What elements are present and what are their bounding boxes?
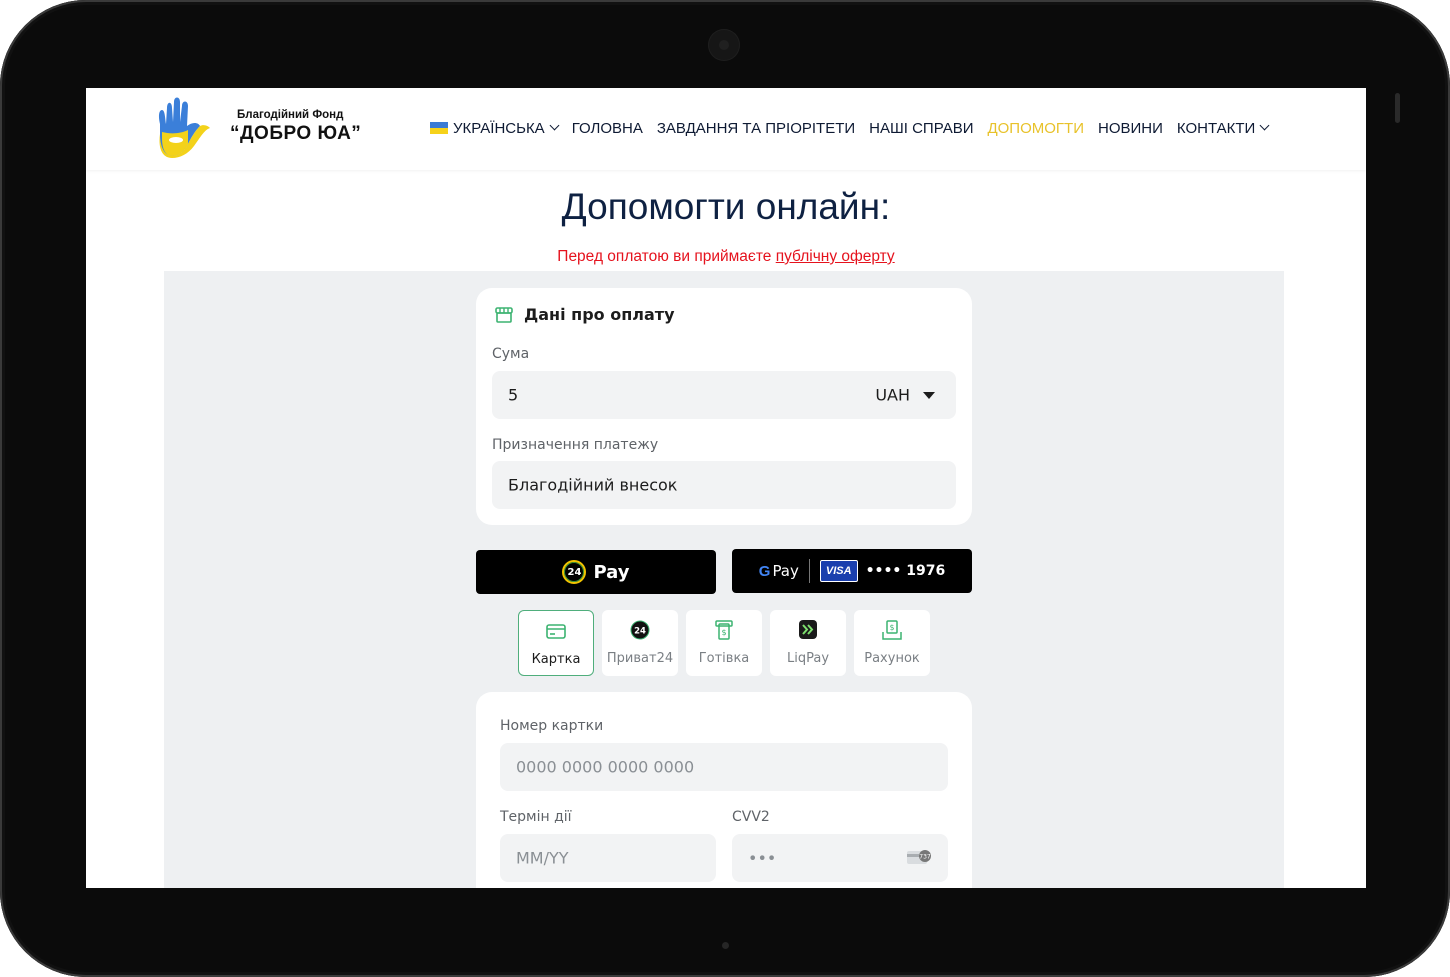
logo-subtitle: Благодійний Фонд bbox=[237, 109, 344, 121]
method-label: Картка bbox=[531, 652, 581, 667]
privat24-logo-icon: 24 bbox=[562, 560, 587, 584]
method-privat24[interactable]: 24 Приват24 bbox=[602, 610, 678, 676]
nav-label: КОНТАКТИ bbox=[1176, 119, 1256, 137]
method-card[interactable]: Картка bbox=[518, 610, 594, 676]
side-button bbox=[1395, 93, 1400, 123]
card-number-label: Номер картки bbox=[500, 718, 604, 734]
privat24-pay-button[interactable]: 24 Pay bbox=[476, 550, 716, 594]
nav-item-help[interactable]: ДОПОМОГТИ bbox=[987, 120, 1084, 137]
svg-text:24: 24 bbox=[634, 627, 646, 637]
cvv-input[interactable]: ••• 737 bbox=[732, 834, 948, 882]
logo-title: “ДОБРО ЮА” bbox=[230, 123, 362, 144]
privat24-icon: 24 bbox=[630, 620, 650, 640]
method-invoice[interactable]: $ Рахунок bbox=[854, 610, 930, 676]
cash-icon: $ bbox=[715, 620, 733, 640]
main-nav: УКРАЇНСЬКА ГОЛОВНА ЗАВДАННЯ ТА ПРІОРІТЕТ… bbox=[430, 117, 1270, 139]
gpay-label: Pay bbox=[772, 562, 799, 580]
offer-notice: Перед оплатою ви приймаєте публічну офер… bbox=[86, 248, 1366, 266]
svg-text:$: $ bbox=[890, 623, 895, 632]
payment-widget: Дані про оплату Сума 5 UAH Призначення п… bbox=[164, 271, 1284, 888]
chevron-down-icon bbox=[1259, 120, 1270, 131]
nav-item-contacts[interactable]: КОНТАКТИ bbox=[1176, 119, 1270, 137]
card-number-placeholder: 0000 0000 0000 0000 bbox=[516, 757, 695, 777]
method-label: Рахунок bbox=[864, 651, 920, 666]
method-cash[interactable]: $ Готівка bbox=[686, 610, 762, 676]
hand-logo-icon[interactable] bbox=[150, 94, 212, 160]
expiry-label: Термін дії bbox=[500, 809, 572, 825]
cvv-label: CVV2 bbox=[732, 809, 770, 825]
svg-text:$: $ bbox=[721, 628, 726, 637]
amount-input[interactable]: 5 UAH bbox=[492, 371, 956, 419]
method-label: Готівка bbox=[698, 651, 750, 666]
liqpay-icon bbox=[799, 620, 817, 639]
nav-label: НАШІ СПРАВИ bbox=[869, 119, 974, 137]
expiry-input[interactable]: MM/YY bbox=[500, 834, 716, 882]
method-label: LiqPay bbox=[786, 651, 830, 666]
p24-pay-label: Pay bbox=[593, 561, 630, 583]
site-header: Благодійний Фонд “ДОБРО ЮА” УКРАЇНСЬКА Г… bbox=[86, 88, 1366, 170]
notice-text: Перед оплатою ви приймаєте bbox=[557, 248, 776, 265]
payment-methods: Картка 24 Приват24 $ Готівка LiqPay $ Ра… bbox=[518, 610, 930, 676]
card-form: Номер картки 0000 0000 0000 0000 Термін … bbox=[476, 692, 972, 888]
chevron-down-icon bbox=[549, 120, 560, 131]
masked-card-number: •••• 1976 bbox=[865, 563, 946, 579]
payment-details-card: Дані про оплату Сума 5 UAH Призначення п… bbox=[476, 288, 972, 525]
nav-label: ДОПОМОГТИ bbox=[987, 119, 1084, 137]
invoice-icon: $ bbox=[882, 620, 902, 640]
nav-label: НОВИНИ bbox=[1098, 119, 1163, 137]
nav-label: УКРАЇНСЬКА bbox=[453, 119, 545, 137]
nav-label: ЗАВДАННЯ ТА ПРІОРІТЕТИ bbox=[656, 119, 856, 137]
section-title: Дані про оплату bbox=[524, 305, 675, 324]
nav-item-news[interactable]: НОВИНИ bbox=[1098, 120, 1163, 137]
amount-value: 5 bbox=[508, 385, 519, 405]
divider bbox=[808, 559, 810, 583]
page-title: Допомогти онлайн: bbox=[561, 186, 891, 227]
currency-select[interactable]: UAH bbox=[875, 386, 910, 405]
google-g-icon: G bbox=[758, 562, 771, 580]
public-offer-link[interactable]: публічну оферту bbox=[776, 248, 895, 265]
method-label: Приват24 bbox=[606, 651, 674, 666]
screen: Благодійний Фонд “ДОБРО ЮА” УКРАЇНСЬКА Г… bbox=[86, 88, 1366, 888]
cvv-placeholder: ••• bbox=[748, 848, 777, 868]
svg-text:737: 737 bbox=[919, 854, 931, 861]
expiry-placeholder: MM/YY bbox=[516, 848, 569, 868]
tablet-frame: Благодійний Фонд “ДОБРО ЮА” УКРАЇНСЬКА Г… bbox=[0, 0, 1450, 977]
card-number-input[interactable]: 0000 0000 0000 0000 bbox=[500, 743, 948, 791]
home-dot bbox=[722, 942, 729, 949]
method-liqpay[interactable]: LiqPay bbox=[770, 610, 846, 676]
purpose-input[interactable]: Благодійний внесок bbox=[492, 461, 956, 509]
store-icon bbox=[495, 307, 513, 323]
nav-item-tasks[interactable]: ЗАВДАННЯ ТА ПРІОРІТЕТИ bbox=[657, 120, 855, 137]
amount-label: Сума bbox=[492, 346, 530, 362]
purpose-value: Благодійний внесок bbox=[508, 475, 678, 495]
cvv-card-icon: 737 bbox=[907, 850, 931, 864]
google-pay-button[interactable]: G Pay VISA •••• 1976 bbox=[732, 549, 972, 593]
ukraine-flag-icon bbox=[430, 122, 448, 134]
visa-icon: VISA bbox=[819, 560, 858, 582]
purpose-label: Призначення платежу bbox=[492, 437, 659, 453]
nav-item-home[interactable]: ГОЛОВНА bbox=[572, 120, 643, 137]
caret-down-icon[interactable] bbox=[923, 392, 935, 399]
nav-item-language[interactable]: УКРАЇНСЬКА bbox=[430, 119, 560, 137]
nav-item-our-work[interactable]: НАШІ СПРАВИ bbox=[869, 120, 973, 137]
nav-label: ГОЛОВНА bbox=[571, 119, 643, 137]
camera-icon bbox=[708, 29, 740, 61]
card-icon bbox=[546, 624, 566, 639]
